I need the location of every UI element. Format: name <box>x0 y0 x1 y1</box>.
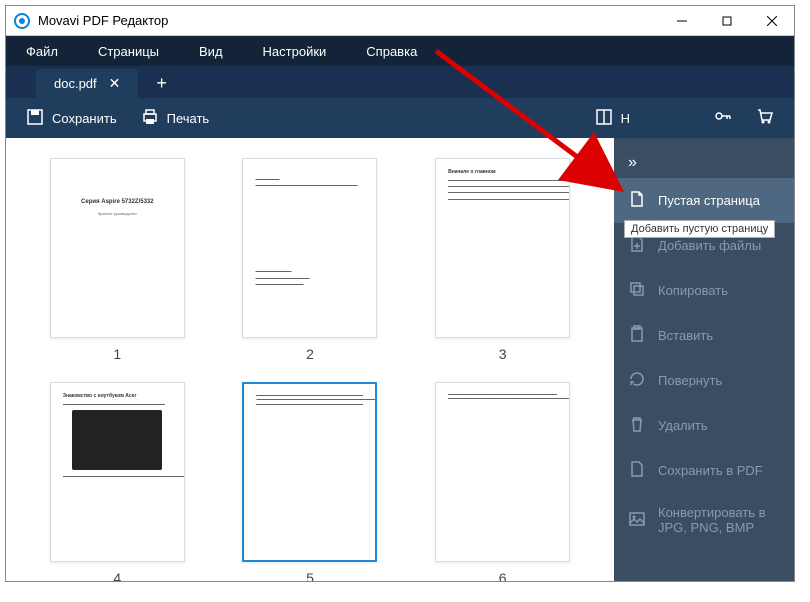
maximize-button[interactable] <box>704 6 749 36</box>
rotate-icon <box>628 370 646 391</box>
panel-label: Удалить <box>658 418 708 433</box>
window-title: Movavi PDF Редактор <box>38 13 659 28</box>
pdf-icon <box>628 460 646 481</box>
trash-icon <box>628 415 646 436</box>
panel-collapse-button[interactable]: » <box>614 148 794 178</box>
side-panel: » Пустая страница Добавить файлы Копиров… <box>614 138 794 581</box>
menu-file[interactable]: Файл <box>26 44 58 59</box>
menu-view[interactable]: Вид <box>199 44 223 59</box>
cart-icon[interactable] <box>756 107 774 130</box>
save-icon <box>26 108 44 129</box>
page-preview: ▬▬▬▬▬▬▬▬▬▬▬▬▬▬▬▬▬▬▬▬▬▬▬▬▬▬▬▬▬▬▬▬▬▬▬▬▬▬▬▬… <box>435 382 570 562</box>
tab-label: doc.pdf <box>54 76 97 91</box>
tabbar: doc.pdf ✕ + <box>6 66 794 98</box>
panel-label: Пустая страница <box>658 193 760 208</box>
panel-blank-page[interactable]: Пустая страница <box>614 178 794 223</box>
save-label: Сохранить <box>52 111 117 126</box>
add-file-icon <box>628 235 646 256</box>
panel-delete[interactable]: Удалить <box>614 403 794 448</box>
thumbnail-page[interactable]: Знакомство с ноутбуком Acer ▬▬▬▬▬▬▬▬▬▬▬▬… <box>36 382 199 581</box>
close-button[interactable] <box>749 6 794 36</box>
panel-label: Добавить файлы <box>658 238 761 253</box>
page-preview: Знакомство с ноутбуком Acer ▬▬▬▬▬▬▬▬▬▬▬▬… <box>50 382 185 562</box>
page-preview: ▬▬▬▬▬▬▬▬▬▬▬▬▬▬▬▬▬▬▬▬▬▬▬▬▬▬▬▬▬▬▬▬▬▬▬▬▬▬▬▬… <box>242 382 377 562</box>
tab-close-icon[interactable]: ✕ <box>109 75 121 92</box>
print-button[interactable]: Печать <box>141 108 210 129</box>
panel-label: Конвертировать в JPG, PNG, BMP <box>658 505 780 535</box>
menubar: Файл Страницы Вид Настройки Справка <box>6 36 794 66</box>
window-controls <box>659 6 794 36</box>
thumbnail-page[interactable]: ▬▬▬▬▬▬▬▬▬▬▬▬▬▬▬▬▬▬▬▬▬▬▬▬▬▬▬▬▬▬▬▬▬▬▬▬▬▬▬▬… <box>421 382 584 581</box>
thumbnail-grid: Серия Aspire 5732Z/5332 Краткое руководс… <box>6 138 614 581</box>
tab-document[interactable]: doc.pdf ✕ <box>36 69 138 98</box>
content-area: Серия Aspire 5732Z/5332 Краткое руководс… <box>6 138 794 581</box>
page-number: 6 <box>499 570 507 581</box>
panel-label: Вставить <box>658 328 713 343</box>
menu-pages[interactable]: Страницы <box>98 44 159 59</box>
menu-help[interactable]: Справка <box>366 44 417 59</box>
panel-convert[interactable]: Конвертировать в JPG, PNG, BMP <box>614 493 794 547</box>
print-label: Печать <box>167 111 210 126</box>
panel-paste[interactable]: Вставить <box>614 313 794 358</box>
panel-label: Копировать <box>658 283 728 298</box>
titlebar: Movavi PDF Редактор <box>6 6 794 36</box>
thumbnail-page[interactable]: ▬▬▬▬▬▬▬▬▬▬▬▬▬▬▬▬▬▬▬▬▬▬▬▬▬▬▬▬▬▬▬▬▬▬▬▬▬▬▬▬… <box>229 382 392 581</box>
app-logo-icon <box>14 13 30 29</box>
page-number: 5 <box>306 570 314 581</box>
thumbnail-page[interactable]: ▬▬▬▬▬▬▬▬ ▬▬▬▬▬▬▬▬▬▬▬▬▬▬▬▬▬▬▬▬▬▬▬▬▬▬▬▬▬▬▬… <box>229 158 392 362</box>
page-number: 1 <box>113 346 121 362</box>
image-icon <box>628 510 646 531</box>
panel-save-pdf[interactable]: Сохранить в PDF <box>614 448 794 493</box>
tooltip: Добавить пустую страницу <box>624 220 775 238</box>
page-number: 4 <box>113 570 121 581</box>
copy-icon <box>628 280 646 301</box>
menu-settings[interactable]: Настройки <box>263 44 327 59</box>
paste-icon <box>628 325 646 346</box>
save-button[interactable]: Сохранить <box>26 108 117 129</box>
page-number: 2 <box>306 346 314 362</box>
toolbar: Сохранить Печать Н <box>6 98 794 138</box>
page-preview: Серия Aspire 5732Z/5332 Краткое руководс… <box>50 158 185 338</box>
panel-label: Повернуть <box>658 373 722 388</box>
panel-rotate[interactable]: Повернуть <box>614 358 794 403</box>
print-icon <box>141 108 159 129</box>
tab-add-button[interactable]: + <box>146 69 177 98</box>
annotation-arrow <box>431 46 631 196</box>
key-icon[interactable] <box>714 107 732 130</box>
panel-copy[interactable]: Копировать <box>614 268 794 313</box>
page-preview: ▬▬▬▬▬▬▬▬ ▬▬▬▬▬▬▬▬▬▬▬▬▬▬▬▬▬▬▬▬▬▬▬▬▬▬▬▬▬▬▬… <box>242 158 377 338</box>
app-window: Movavi PDF Редактор Файл Страницы Вид На… <box>5 5 795 582</box>
minimize-button[interactable] <box>659 6 704 36</box>
thumbnail-page[interactable]: Серия Aspire 5732Z/5332 Краткое руководс… <box>36 158 199 362</box>
panel-label: Сохранить в PDF <box>658 463 763 478</box>
page-number: 3 <box>499 346 507 362</box>
